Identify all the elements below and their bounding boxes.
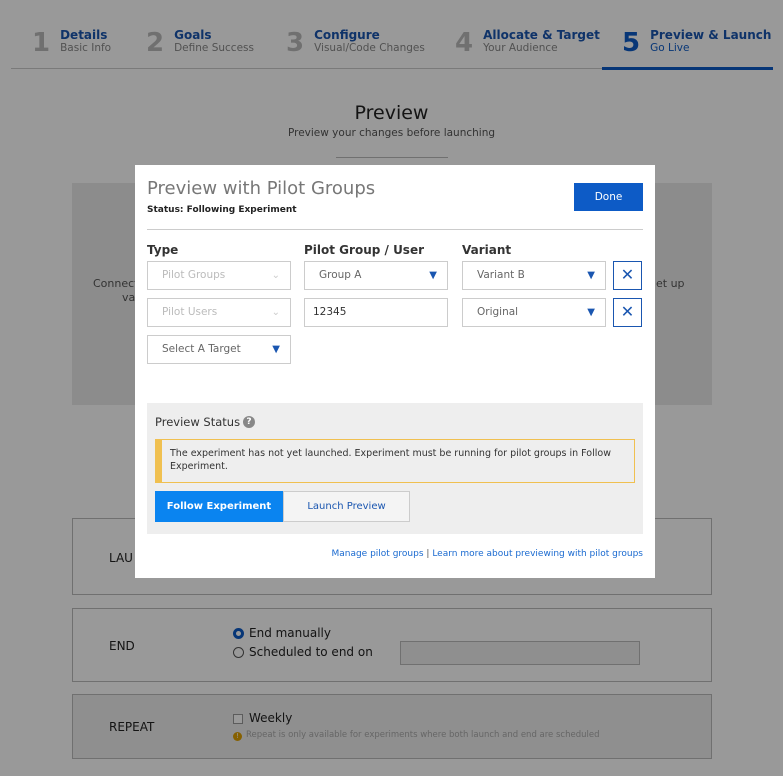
type-select[interactable]: Pilot Groups ⌄: [147, 261, 291, 290]
target-select[interactable]: Select A Target ▼: [147, 335, 291, 364]
chevron-down-icon: ⌄: [271, 307, 280, 318]
remove-row-button[interactable]: ✕: [613, 298, 642, 327]
type-value: Pilot Users: [162, 306, 218, 318]
chevron-down-icon: ▼: [587, 307, 595, 318]
divider: [147, 229, 643, 230]
pilot-user-input[interactable]: 12345: [304, 298, 448, 327]
modal-status: Status: Following Experiment: [147, 205, 297, 215]
pilot-group-header: Pilot Group / User: [304, 243, 425, 257]
follow-experiment-button[interactable]: Follow Experiment: [155, 491, 283, 522]
chevron-down-icon: ⌄: [271, 270, 280, 281]
preview-status-panel: Preview Status ? The experiment has not …: [147, 403, 643, 534]
pilot-group-select[interactable]: Group A ▼: [304, 261, 448, 290]
group-value: Group A: [319, 269, 362, 281]
manage-pilot-groups-link[interactable]: Manage pilot groups: [331, 549, 423, 559]
chevron-down-icon: ▼: [587, 270, 595, 281]
modal-title: Preview with Pilot Groups: [147, 178, 376, 199]
chevron-down-icon: ▼: [429, 270, 437, 281]
type-header: Type: [147, 243, 179, 257]
variant-value: Variant B: [477, 269, 525, 281]
learn-more-link[interactable]: Learn more about previewing with pilot g…: [432, 549, 643, 559]
variant-value: Original: [477, 306, 519, 318]
remove-row-button[interactable]: ✕: [613, 261, 642, 290]
done-button[interactable]: Done: [574, 183, 643, 211]
variant-header: Variant: [462, 243, 512, 257]
link-separator: |: [426, 549, 430, 559]
type-select[interactable]: Pilot Users ⌄: [147, 298, 291, 327]
pilot-groups-modal: Preview with Pilot Groups Status: Follow…: [135, 165, 655, 578]
type-value: Pilot Groups: [162, 269, 226, 281]
target-placeholder: Select A Target: [162, 343, 241, 355]
preview-status-heading: Preview Status: [155, 415, 241, 429]
user-id-value: 12345: [313, 306, 347, 318]
variant-select[interactable]: Variant B ▼: [462, 261, 606, 290]
modal-footer-links: Manage pilot groups | Learn more about p…: [331, 549, 643, 559]
help-icon[interactable]: ?: [243, 416, 255, 428]
status-warning: The experiment has not yet launched. Exp…: [155, 439, 635, 483]
close-icon: ✕: [620, 265, 635, 284]
close-icon: ✕: [620, 302, 635, 321]
launch-preview-button[interactable]: Launch Preview: [283, 491, 410, 522]
variant-select[interactable]: Original ▼: [462, 298, 606, 327]
chevron-down-icon: ▼: [272, 344, 280, 355]
